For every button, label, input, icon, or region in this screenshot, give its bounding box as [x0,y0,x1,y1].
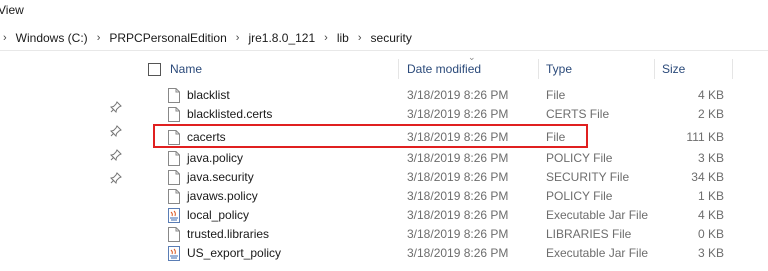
breadcrumb-item-jre[interactable]: jre1.8.0_121 [242,31,321,45]
menu-view[interactable]: View [0,3,24,17]
breadcrumb: › Windows (C:) › PRPCPersonalEdition › j… [0,31,418,45]
file-date: 3/18/2019 8:26 PM [407,227,509,241]
file-name: blacklist [187,88,230,102]
column-header-name[interactable]: Name [170,62,202,76]
file-icon [168,151,180,166]
file-type: LIBRARIES File [546,227,632,241]
breadcrumb-separator-icon[interactable]: › [233,32,243,44]
file-type: POLICY File [546,189,613,203]
column-header-date[interactable]: Date modified [407,62,481,76]
file-row[interactable]: java.security 3/18/2019 8:26 PM SECURITY… [140,168,740,187]
column-header-row: Name Date modified ⌄ Type Size [140,52,740,83]
file-size: 2 KB [697,107,724,121]
column-divider[interactable] [654,59,655,79]
file-size: 4 KB [697,208,724,222]
file-size: 111 KB [686,130,724,144]
file-date: 3/18/2019 8:26 PM [407,170,509,184]
column-divider[interactable] [398,59,399,79]
file-row[interactable]: java.policy 3/18/2019 8:26 PM POLICY Fil… [140,149,740,168]
file-name: javaws.policy [187,189,258,203]
pin-icon[interactable] [110,101,122,113]
file-date: 3/18/2019 8:26 PM [407,189,509,203]
file-row[interactable]: javaws.policy 3/18/2019 8:26 PM POLICY F… [140,187,740,206]
file-icon [168,227,180,242]
file-icon [168,88,180,103]
jar-icon [168,208,180,223]
jar-icon [168,246,180,261]
file-date: 3/18/2019 8:26 PM [407,246,509,260]
file-row[interactable]: blacklisted.certs 3/18/2019 8:26 PM CERT… [140,105,740,124]
column-header-size[interactable]: Size [662,62,685,76]
file-icon [168,170,180,185]
breadcrumb-item-prpc[interactable]: PRPCPersonalEdition [103,31,232,45]
pin-icon[interactable] [110,172,122,184]
file-name: local_policy [187,208,250,222]
file-size: 4 KB [697,88,724,102]
file-size: 3 KB [697,246,724,260]
file-name: trusted.libraries [187,227,270,241]
file-icon [168,107,180,122]
file-type: Executable Jar File [546,208,649,222]
file-type: SECURITY File [546,170,630,184]
file-row[interactable]: blacklist 3/18/2019 8:26 PM File 4 KB [140,86,740,105]
file-size: 34 KB [691,170,724,184]
pin-icon[interactable] [110,149,122,161]
breadcrumb-item-lib[interactable]: lib [331,31,355,45]
pin-icon[interactable] [110,125,122,137]
address-bar[interactable]: › Windows (C:) › PRPCPersonalEdition › j… [0,26,768,51]
file-type: CERTS File [546,107,610,121]
breadcrumb-separator-icon[interactable]: › [94,32,104,44]
column-header-type[interactable]: Type [546,62,572,76]
highlight-box [153,124,588,148]
select-all-checkbox[interactable] [148,63,161,76]
column-divider[interactable] [538,59,539,79]
file-size: 3 KB [697,151,724,165]
file-date: 3/18/2019 8:26 PM [407,107,509,121]
file-type: Executable Jar File [546,246,649,260]
file-row[interactable]: trusted.libraries 3/18/2019 8:26 PM LIBR… [140,225,740,244]
column-divider[interactable] [732,59,733,79]
file-type: POLICY File [546,151,613,165]
file-name: java.security [187,170,254,184]
file-name: java.policy [187,151,244,165]
file-size: 0 KB [697,227,724,241]
breadcrumb-item-security[interactable]: security [365,31,418,45]
breadcrumb-separator-icon[interactable]: › [355,32,365,44]
file-date: 3/18/2019 8:26 PM [407,151,509,165]
file-row[interactable]: local_policy 3/18/2019 8:26 PM Executabl… [140,206,740,225]
breadcrumb-separator-icon[interactable]: › [0,32,10,44]
file-date: 3/18/2019 8:26 PM [407,88,509,102]
file-name: blacklisted.certs [187,107,273,121]
sort-chevron-icon: ⌄ [468,52,476,62]
file-size: 1 KB [697,189,724,203]
file-name: US_export_policy [187,246,282,260]
file-type: File [546,88,566,102]
breadcrumb-item-windows[interactable]: Windows (C:) [10,31,94,45]
file-date: 3/18/2019 8:26 PM [407,208,509,222]
file-icon [168,189,180,204]
file-row[interactable]: US_export_policy 3/18/2019 8:26 PM Execu… [140,244,740,263]
menu-bar: View [0,0,768,22]
breadcrumb-separator-icon[interactable]: › [321,32,331,44]
